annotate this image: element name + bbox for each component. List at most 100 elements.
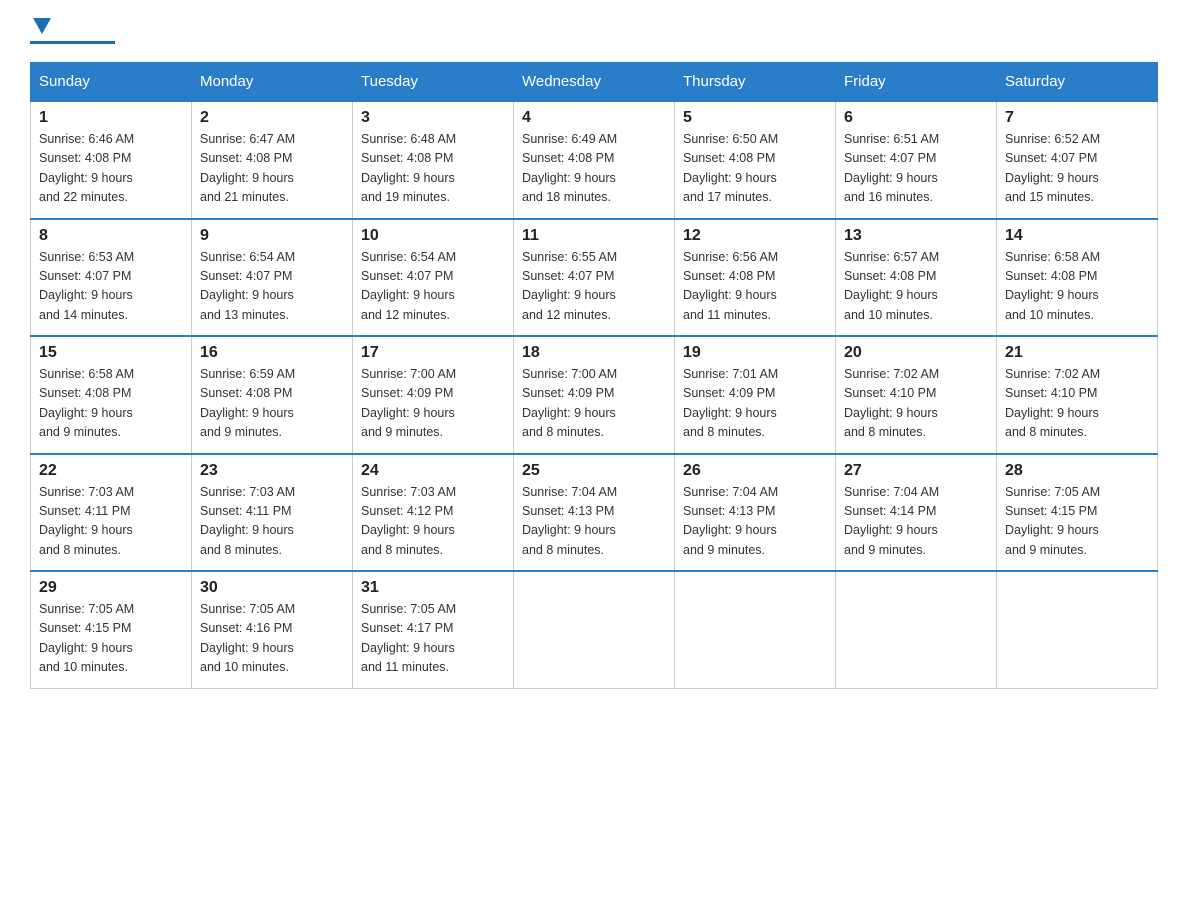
calendar-cell: 22 Sunrise: 7:03 AMSunset: 4:11 PMDaylig…	[31, 454, 192, 572]
calendar-cell: 16 Sunrise: 6:59 AMSunset: 4:08 PMDaylig…	[192, 336, 353, 454]
day-info: Sunrise: 7:03 AMSunset: 4:12 PMDaylight:…	[361, 485, 456, 557]
day-info: Sunrise: 6:59 AMSunset: 4:08 PMDaylight:…	[200, 367, 295, 439]
calendar-cell: 30 Sunrise: 7:05 AMSunset: 4:16 PMDaylig…	[192, 571, 353, 688]
logo	[30, 20, 115, 44]
day-info: Sunrise: 6:56 AMSunset: 4:08 PMDaylight:…	[683, 250, 778, 322]
day-number: 27	[844, 462, 988, 480]
day-info: Sunrise: 6:46 AMSunset: 4:08 PMDaylight:…	[39, 132, 134, 204]
calendar-cell: 9 Sunrise: 6:54 AMSunset: 4:07 PMDayligh…	[192, 219, 353, 337]
day-info: Sunrise: 6:48 AMSunset: 4:08 PMDaylight:…	[361, 132, 456, 204]
day-info: Sunrise: 7:05 AMSunset: 4:15 PMDaylight:…	[39, 602, 134, 674]
day-info: Sunrise: 6:51 AMSunset: 4:07 PMDaylight:…	[844, 132, 939, 204]
day-number: 21	[1005, 344, 1149, 362]
day-info: Sunrise: 7:02 AMSunset: 4:10 PMDaylight:…	[844, 367, 939, 439]
calendar-cell: 21 Sunrise: 7:02 AMSunset: 4:10 PMDaylig…	[997, 336, 1158, 454]
calendar-cell: 24 Sunrise: 7:03 AMSunset: 4:12 PMDaylig…	[353, 454, 514, 572]
day-number: 17	[361, 344, 505, 362]
day-info: Sunrise: 6:52 AMSunset: 4:07 PMDaylight:…	[1005, 132, 1100, 204]
calendar-cell: 15 Sunrise: 6:58 AMSunset: 4:08 PMDaylig…	[31, 336, 192, 454]
day-number: 19	[683, 344, 827, 362]
logo-line	[30, 41, 115, 44]
day-number: 22	[39, 462, 183, 480]
day-number: 15	[39, 344, 183, 362]
calendar-cell	[514, 571, 675, 688]
logo-triangle-icon	[33, 18, 51, 34]
calendar-table: SundayMondayTuesdayWednesdayThursdayFrid…	[30, 62, 1158, 689]
day-number: 2	[200, 109, 344, 127]
day-info: Sunrise: 7:01 AMSunset: 4:09 PMDaylight:…	[683, 367, 778, 439]
calendar-cell: 4 Sunrise: 6:49 AMSunset: 4:08 PMDayligh…	[514, 101, 675, 219]
day-number: 13	[844, 227, 988, 245]
day-info: Sunrise: 6:47 AMSunset: 4:08 PMDaylight:…	[200, 132, 295, 204]
day-number: 11	[522, 227, 666, 245]
calendar-cell: 7 Sunrise: 6:52 AMSunset: 4:07 PMDayligh…	[997, 101, 1158, 219]
calendar-cell	[997, 571, 1158, 688]
calendar-cell: 11 Sunrise: 6:55 AMSunset: 4:07 PMDaylig…	[514, 219, 675, 337]
day-number: 26	[683, 462, 827, 480]
calendar-cell: 19 Sunrise: 7:01 AMSunset: 4:09 PMDaylig…	[675, 336, 836, 454]
calendar-cell: 10 Sunrise: 6:54 AMSunset: 4:07 PMDaylig…	[353, 219, 514, 337]
day-info: Sunrise: 7:04 AMSunset: 4:13 PMDaylight:…	[683, 485, 778, 557]
calendar-cell: 13 Sunrise: 6:57 AMSunset: 4:08 PMDaylig…	[836, 219, 997, 337]
day-info: Sunrise: 7:00 AMSunset: 4:09 PMDaylight:…	[361, 367, 456, 439]
day-number: 28	[1005, 462, 1149, 480]
day-number: 8	[39, 227, 183, 245]
day-info: Sunrise: 6:58 AMSunset: 4:08 PMDaylight:…	[1005, 250, 1100, 322]
header-day-tuesday: Tuesday	[353, 63, 514, 102]
calendar-header: SundayMondayTuesdayWednesdayThursdayFrid…	[31, 63, 1158, 102]
day-info: Sunrise: 6:53 AMSunset: 4:07 PMDaylight:…	[39, 250, 134, 322]
day-number: 14	[1005, 227, 1149, 245]
calendar-cell: 6 Sunrise: 6:51 AMSunset: 4:07 PMDayligh…	[836, 101, 997, 219]
calendar-cell	[836, 571, 997, 688]
day-number: 25	[522, 462, 666, 480]
day-number: 6	[844, 109, 988, 127]
day-info: Sunrise: 7:02 AMSunset: 4:10 PMDaylight:…	[1005, 367, 1100, 439]
day-number: 10	[361, 227, 505, 245]
header-day-saturday: Saturday	[997, 63, 1158, 102]
day-number: 7	[1005, 109, 1149, 127]
day-number: 31	[361, 579, 505, 597]
calendar-week-5: 29 Sunrise: 7:05 AMSunset: 4:15 PMDaylig…	[31, 571, 1158, 688]
day-info: Sunrise: 7:05 AMSunset: 4:16 PMDaylight:…	[200, 602, 295, 674]
day-number: 20	[844, 344, 988, 362]
calendar-cell: 18 Sunrise: 7:00 AMSunset: 4:09 PMDaylig…	[514, 336, 675, 454]
calendar-cell	[675, 571, 836, 688]
day-info: Sunrise: 7:00 AMSunset: 4:09 PMDaylight:…	[522, 367, 617, 439]
calendar-week-1: 1 Sunrise: 6:46 AMSunset: 4:08 PMDayligh…	[31, 101, 1158, 219]
calendar-cell: 17 Sunrise: 7:00 AMSunset: 4:09 PMDaylig…	[353, 336, 514, 454]
header	[30, 20, 1158, 44]
day-info: Sunrise: 6:49 AMSunset: 4:08 PMDaylight:…	[522, 132, 617, 204]
calendar-cell: 12 Sunrise: 6:56 AMSunset: 4:08 PMDaylig…	[675, 219, 836, 337]
day-number: 23	[200, 462, 344, 480]
day-info: Sunrise: 6:50 AMSunset: 4:08 PMDaylight:…	[683, 132, 778, 204]
calendar-cell: 25 Sunrise: 7:04 AMSunset: 4:13 PMDaylig…	[514, 454, 675, 572]
day-info: Sunrise: 6:58 AMSunset: 4:08 PMDaylight:…	[39, 367, 134, 439]
day-number: 24	[361, 462, 505, 480]
header-day-monday: Monday	[192, 63, 353, 102]
day-info: Sunrise: 6:54 AMSunset: 4:07 PMDaylight:…	[361, 250, 456, 322]
day-info: Sunrise: 7:03 AMSunset: 4:11 PMDaylight:…	[200, 485, 295, 557]
calendar-cell: 20 Sunrise: 7:02 AMSunset: 4:10 PMDaylig…	[836, 336, 997, 454]
calendar-cell: 3 Sunrise: 6:48 AMSunset: 4:08 PMDayligh…	[353, 101, 514, 219]
calendar-cell: 27 Sunrise: 7:04 AMSunset: 4:14 PMDaylig…	[836, 454, 997, 572]
day-info: Sunrise: 7:04 AMSunset: 4:13 PMDaylight:…	[522, 485, 617, 557]
day-info: Sunrise: 7:05 AMSunset: 4:15 PMDaylight:…	[1005, 485, 1100, 557]
day-number: 18	[522, 344, 666, 362]
day-info: Sunrise: 6:55 AMSunset: 4:07 PMDaylight:…	[522, 250, 617, 322]
header-day-wednesday: Wednesday	[514, 63, 675, 102]
calendar-week-3: 15 Sunrise: 6:58 AMSunset: 4:08 PMDaylig…	[31, 336, 1158, 454]
calendar-cell: 2 Sunrise: 6:47 AMSunset: 4:08 PMDayligh…	[192, 101, 353, 219]
day-info: Sunrise: 7:03 AMSunset: 4:11 PMDaylight:…	[39, 485, 134, 557]
header-day-thursday: Thursday	[675, 63, 836, 102]
header-day-friday: Friday	[836, 63, 997, 102]
day-number: 30	[200, 579, 344, 597]
calendar-week-4: 22 Sunrise: 7:03 AMSunset: 4:11 PMDaylig…	[31, 454, 1158, 572]
day-number: 3	[361, 109, 505, 127]
calendar-cell: 26 Sunrise: 7:04 AMSunset: 4:13 PMDaylig…	[675, 454, 836, 572]
day-info: Sunrise: 6:57 AMSunset: 4:08 PMDaylight:…	[844, 250, 939, 322]
header-day-sunday: Sunday	[31, 63, 192, 102]
calendar-cell: 1 Sunrise: 6:46 AMSunset: 4:08 PMDayligh…	[31, 101, 192, 219]
day-number: 12	[683, 227, 827, 245]
day-number: 29	[39, 579, 183, 597]
day-number: 5	[683, 109, 827, 127]
